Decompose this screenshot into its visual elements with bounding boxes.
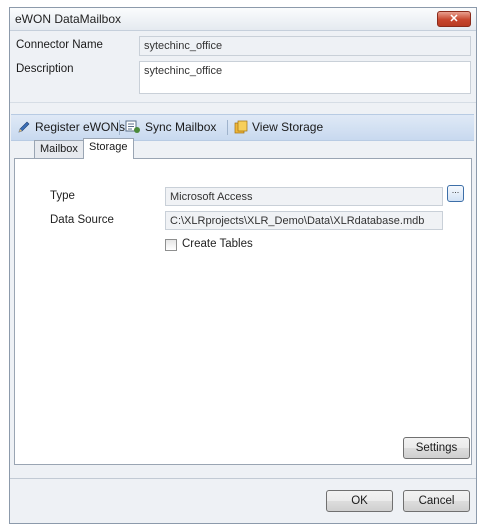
- close-button[interactable]: ✕: [437, 11, 471, 27]
- data-source-field[interactable]: C:\XLRprojects\XLR_Demo\Data\XLRdatabase…: [165, 211, 443, 230]
- data-source-label: Data Source: [50, 214, 114, 226]
- toolbar-divider: [119, 120, 120, 135]
- cancel-button[interactable]: Cancel: [403, 490, 470, 512]
- toolbar-divider: [227, 120, 228, 135]
- sync-mailbox-button[interactable]: Sync Mailbox: [125, 120, 216, 134]
- view-storage-button[interactable]: View Storage: [234, 120, 323, 134]
- create-tables-checkbox[interactable]: [165, 239, 177, 251]
- pencil-icon: [18, 121, 30, 133]
- close-icon: ✕: [449, 13, 459, 25]
- storage-panel: Type Microsoft Access ... Data Source C:…: [14, 158, 472, 465]
- description-field[interactable]: sytechinc_office: [139, 61, 471, 94]
- footer-divider: [10, 478, 476, 479]
- ok-button[interactable]: OK: [326, 490, 393, 512]
- sync-icon: [125, 120, 140, 133]
- ewon-datamailbox-dialog: eWON DataMailbox ✕ Connector Name sytech…: [9, 7, 477, 524]
- register-ewons-label: Register eWONs: [35, 120, 126, 134]
- browse-button[interactable]: ...: [447, 185, 464, 202]
- tab-mailbox-label: Mailbox: [40, 143, 78, 155]
- tab-storage-label: Storage: [89, 141, 128, 153]
- tab-storage[interactable]: Storage: [83, 138, 134, 159]
- ellipsis-icon: ...: [451, 185, 460, 195]
- register-ewons-button[interactable]: Register eWONs: [17, 120, 125, 134]
- toolbar: Register eWONs Sync Mailbox View Storage: [11, 114, 474, 141]
- sync-mailbox-label: Sync Mailbox: [145, 120, 217, 134]
- tab-mailbox[interactable]: Mailbox: [34, 140, 84, 158]
- window-title: eWON DataMailbox: [15, 12, 122, 26]
- type-field: Microsoft Access: [165, 187, 443, 206]
- description-label: Description: [16, 63, 74, 75]
- connector-name-label: Connector Name: [16, 39, 103, 51]
- type-label: Type: [50, 190, 75, 202]
- connector-name-field: sytechinc_office: [139, 36, 471, 56]
- view-storage-label: View Storage: [252, 120, 324, 134]
- settings-button[interactable]: Settings: [403, 437, 470, 459]
- divider: [10, 102, 476, 103]
- create-tables-label: Create Tables: [182, 238, 253, 250]
- storage-icon: [234, 120, 248, 134]
- title-bar: eWON DataMailbox ✕: [10, 8, 476, 31]
